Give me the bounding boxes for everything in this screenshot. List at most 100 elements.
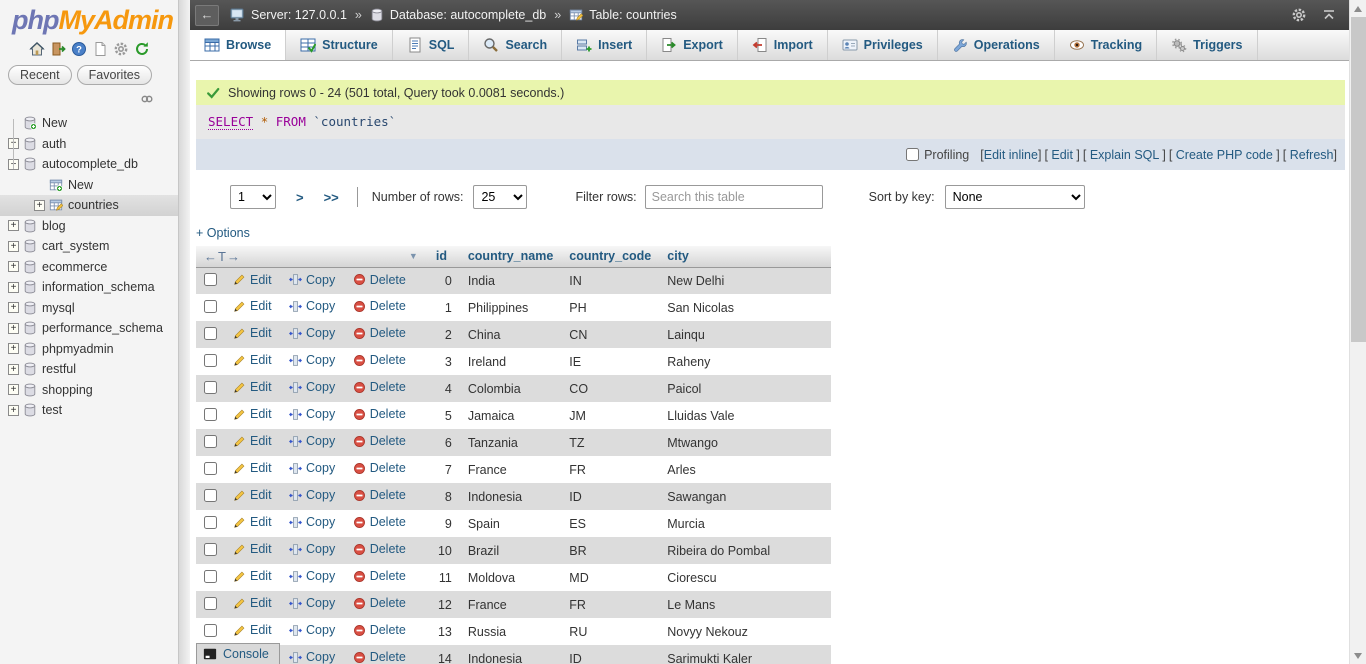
tree-item-countries[interactable]: + countries — [0, 195, 178, 216]
tree-expander[interactable]: + — [8, 384, 19, 395]
tree-expander[interactable]: + — [8, 241, 19, 252]
row-copy-link[interactable]: Copy — [289, 623, 335, 637]
phpmyadmin-logo[interactable]: phpMyAdmin — [0, 0, 178, 38]
query-tool-link[interactable]: Create PHP code — [1176, 148, 1273, 162]
recent-button[interactable]: Recent — [8, 65, 72, 85]
tree-expander[interactable]: + — [8, 220, 19, 231]
row-delete-link[interactable]: Delete — [353, 650, 406, 664]
row-copy-link[interactable]: Copy — [289, 353, 335, 367]
scroll-down-button[interactable] — [1350, 647, 1366, 664]
row-edit-link[interactable]: Edit — [233, 623, 272, 637]
docs-icon[interactable] — [92, 41, 108, 57]
tab-import[interactable]: Import — [738, 30, 828, 60]
query-tool-link[interactable]: Edit — [1051, 148, 1073, 162]
tree-item-restful[interactable]: + restful — [0, 359, 178, 380]
row-copy-link[interactable]: Copy — [289, 380, 335, 394]
sidebar-collapse-button[interactable]: ← — [195, 5, 219, 26]
row-copy-link[interactable]: Copy — [289, 461, 335, 475]
row-edit-link[interactable]: Edit — [233, 461, 272, 475]
row-edit-link[interactable]: Edit — [233, 515, 272, 529]
tree-item-auth[interactable]: + auth — [0, 134, 178, 155]
row-copy-link[interactable]: Copy — [289, 488, 335, 502]
page-scrollbar[interactable] — [1349, 0, 1366, 664]
last-page-link[interactable]: >> — [324, 190, 339, 205]
row-delete-link[interactable]: Delete — [353, 515, 406, 529]
tree-item-mysql[interactable]: + mysql — [0, 298, 178, 319]
profiling-checkbox[interactable] — [906, 148, 919, 161]
row-delete-link[interactable]: Delete — [353, 461, 406, 475]
row-delete-link[interactable]: Delete — [353, 380, 406, 394]
tree-item-shopping[interactable]: + shopping — [0, 380, 178, 401]
row-checkbox[interactable] — [204, 516, 217, 529]
row-edit-link[interactable]: Edit — [233, 488, 272, 502]
row-copy-link[interactable]: Copy — [289, 569, 335, 583]
row-checkbox[interactable] — [204, 462, 217, 475]
tree-item-cart-system[interactable]: + cart_system — [0, 236, 178, 257]
row-edit-link[interactable]: Edit — [233, 569, 272, 583]
row-checkbox[interactable] — [204, 597, 217, 610]
row-delete-link[interactable]: Delete — [353, 488, 406, 502]
sort-key-select[interactable]: None — [945, 185, 1085, 209]
row-delete-link[interactable]: Delete — [353, 434, 406, 448]
tab-sql[interactable]: SQL — [393, 30, 470, 60]
row-checkbox[interactable] — [204, 543, 217, 556]
row-edit-link[interactable]: Edit — [233, 380, 272, 394]
logout-icon[interactable] — [50, 41, 66, 57]
tab-privileges[interactable]: Privileges — [828, 30, 938, 60]
tree-item-ecommerce[interactable]: + ecommerce — [0, 257, 178, 278]
column-header-link[interactable]: country_name — [468, 249, 553, 263]
tree-item-test[interactable]: + test — [0, 400, 178, 421]
query-tool-link[interactable]: Refresh — [1290, 148, 1334, 162]
page-settings-icon[interactable] — [1291, 7, 1307, 23]
tree-expander[interactable]: + — [34, 200, 45, 211]
tree-expander[interactable]: + — [8, 343, 19, 354]
tree-expander[interactable]: + — [8, 282, 19, 293]
tree-expander[interactable]: + — [8, 261, 19, 272]
sort-marker-icon[interactable]: ▼ — [409, 251, 420, 261]
sidebar-scrollbar[interactable] — [178, 0, 190, 664]
breadcrumb-server[interactable]: Server: 127.0.0.1 — [251, 8, 347, 22]
breadcrumb-table[interactable]: Table: countries — [589, 8, 677, 22]
row-checkbox[interactable] — [204, 489, 217, 502]
row-checkbox[interactable] — [204, 327, 217, 340]
row-delete-link[interactable]: Delete — [353, 407, 406, 421]
scroll-up-button[interactable] — [1350, 0, 1366, 17]
row-delete-link[interactable]: Delete — [353, 273, 406, 287]
tab-operations[interactable]: Operations — [938, 30, 1055, 60]
home-icon[interactable] — [29, 41, 45, 57]
tree-item-information-schema[interactable]: + information_schema — [0, 277, 178, 298]
row-copy-link[interactable]: Copy — [289, 542, 335, 556]
scrollbar-thumb[interactable] — [1351, 17, 1366, 342]
row-edit-link[interactable]: Edit — [233, 326, 272, 340]
options-toggle[interactable]: + Options — [196, 226, 250, 240]
column-options-icon[interactable]: ←T→ — [204, 249, 241, 264]
row-copy-link[interactable]: Copy — [289, 596, 335, 610]
row-checkbox[interactable] — [204, 435, 217, 448]
row-copy-link[interactable]: Copy — [289, 299, 335, 313]
row-edit-link[interactable]: Edit — [233, 273, 272, 287]
row-checkbox[interactable] — [204, 300, 217, 313]
row-copy-link[interactable]: Copy — [289, 515, 335, 529]
tab-insert[interactable]: Insert — [562, 30, 647, 60]
tree-expander[interactable]: + — [8, 405, 19, 416]
breadcrumb-database[interactable]: Database: autocomplete_db — [390, 8, 546, 22]
page-select[interactable]: 1 — [230, 185, 276, 209]
query-tool-link[interactable]: Edit inline — [984, 148, 1038, 162]
tab-export[interactable]: Export — [647, 30, 738, 60]
tree-expander[interactable] — [34, 179, 45, 190]
row-checkbox[interactable] — [204, 381, 217, 394]
profiling-toggle[interactable]: Profiling — [906, 148, 969, 162]
row-delete-link[interactable]: Delete — [353, 542, 406, 556]
row-edit-link[interactable]: Edit — [233, 407, 272, 421]
row-copy-link[interactable]: Copy — [289, 407, 335, 421]
row-delete-link[interactable]: Delete — [353, 299, 406, 313]
column-header-link[interactable]: id — [436, 249, 447, 263]
row-delete-link[interactable]: Delete — [353, 353, 406, 367]
row-checkbox[interactable] — [204, 408, 217, 421]
row-checkbox[interactable] — [204, 570, 217, 583]
tree-item-new-table[interactable]: New — [0, 175, 178, 196]
settings-icon[interactable] — [113, 41, 129, 57]
favorites-button[interactable]: Favorites — [77, 65, 152, 85]
tree-item-new-database[interactable]: New — [0, 113, 178, 134]
column-header-link[interactable]: country_code — [569, 249, 651, 263]
